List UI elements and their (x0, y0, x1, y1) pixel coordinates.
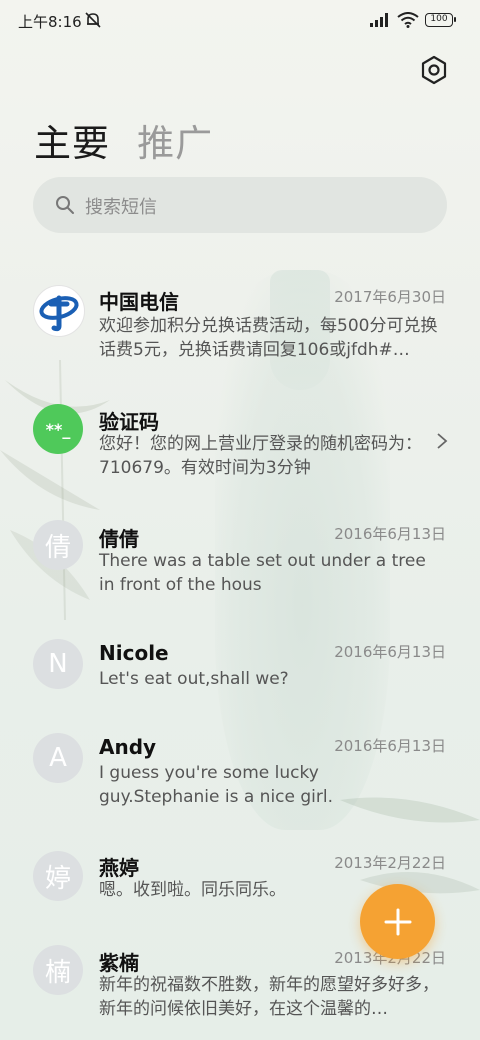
conversation-name: 中国电信 (99, 290, 179, 314)
search-placeholder: 搜索短信 (85, 197, 157, 218)
conversation-name: Andy (99, 735, 157, 759)
china-telecom-logo-icon (39, 295, 79, 332)
conversation-preview: 新年的祝福数不胜数，新年的愿望好多好多，新年的问候依旧美好，在这个温馨的… (99, 975, 439, 1019)
battery-indicator: 100 (425, 13, 456, 27)
chevron-right-icon (437, 433, 448, 449)
conversation-item[interactable]: 中国电信 2017年6月30日 欢迎参加积分兑换话费活动，每500分可兑换话费5… (0, 280, 480, 380)
verification-code-avatar: **_ (33, 404, 83, 454)
avatar-initial: 婷 (44, 863, 71, 894)
conversation-item[interactable]: 楠 紫楠 2013年2月22日 新年的祝福数不胜数，新年的愿望好多好多，新年的问… (0, 944, 480, 1040)
telecom-logo-avatar (33, 285, 85, 337)
conversation-date: 2016年6月13日 (334, 525, 446, 543)
conversation-preview: Let's eat out,shall we? (99, 669, 289, 689)
wifi-icon (397, 12, 419, 28)
conversation-name: Nicole (99, 641, 169, 665)
conversation-preview: 欢迎参加积分兑换话费活动，每500分可兑换话费5元，兑换话费请回复106或jfd… (99, 316, 438, 360)
mute-bell-icon (85, 12, 101, 28)
avatar-initial: 倩 (44, 532, 71, 563)
contact-avatar: N (33, 639, 83, 689)
conversation-date: 2013年2月22日 (334, 854, 446, 872)
plus-icon (384, 908, 411, 935)
avatar-initial: N (48, 649, 68, 679)
avatar-initial: 楠 (44, 957, 71, 988)
search-icon (56, 196, 74, 214)
search-bar[interactable]: 搜索短信 (33, 177, 447, 233)
conversation-date: 2016年6月13日 (334, 737, 446, 755)
contact-avatar: 楠 (33, 945, 83, 995)
new-message-button[interactable] (360, 884, 435, 959)
avatar-label: **_ (45, 419, 71, 439)
conversation-date: 2016年6月13日 (334, 643, 446, 661)
tab-bar: 主要 推广 (34, 113, 235, 167)
conversation-name: 倩倩 (99, 527, 139, 551)
conversation-preview: 您好！您的网上营业厅登录的随机密码为：710679。有效时间为3分钟 (99, 434, 422, 478)
status-time: 上午8:16 (18, 13, 82, 31)
tab-primary[interactable]: 主要 (34, 113, 110, 167)
conversation-name: 验证码 (99, 410, 159, 434)
conversation-item[interactable]: 倩 倩倩 2016年6月13日 There was a table set ou… (0, 520, 480, 600)
conversation-name: 燕婷 (99, 856, 139, 880)
settings-hexagon-icon[interactable] (418, 54, 450, 86)
tab-promotions[interactable]: 推广 (137, 113, 213, 167)
avatar-initial: A (49, 743, 67, 773)
status-bar: 上午8:16 100 (0, 0, 480, 42)
conversation-preview: I guess you're some lucky guy.Stephanie … (99, 763, 334, 807)
conversation-name: 紫楠 (99, 951, 139, 975)
conversation-item[interactable]: **_ 验证码 您好！您的网上营业厅登录的随机密码为：710679。有效时间为3… (0, 402, 480, 482)
conversation-item[interactable]: N Nicole 2016年6月13日 Let's eat out,shall … (0, 638, 480, 698)
contact-avatar: 婷 (33, 851, 83, 901)
conversation-preview: There was a table set out under a tree i… (99, 551, 426, 595)
conversation-item[interactable]: A Andy 2016年6月13日 I guess you're some lu… (0, 732, 480, 812)
contact-avatar: A (33, 733, 83, 783)
conversation-date: 2017年6月30日 (334, 288, 446, 306)
contact-avatar: 倩 (33, 520, 83, 570)
signal-icon (370, 13, 388, 27)
